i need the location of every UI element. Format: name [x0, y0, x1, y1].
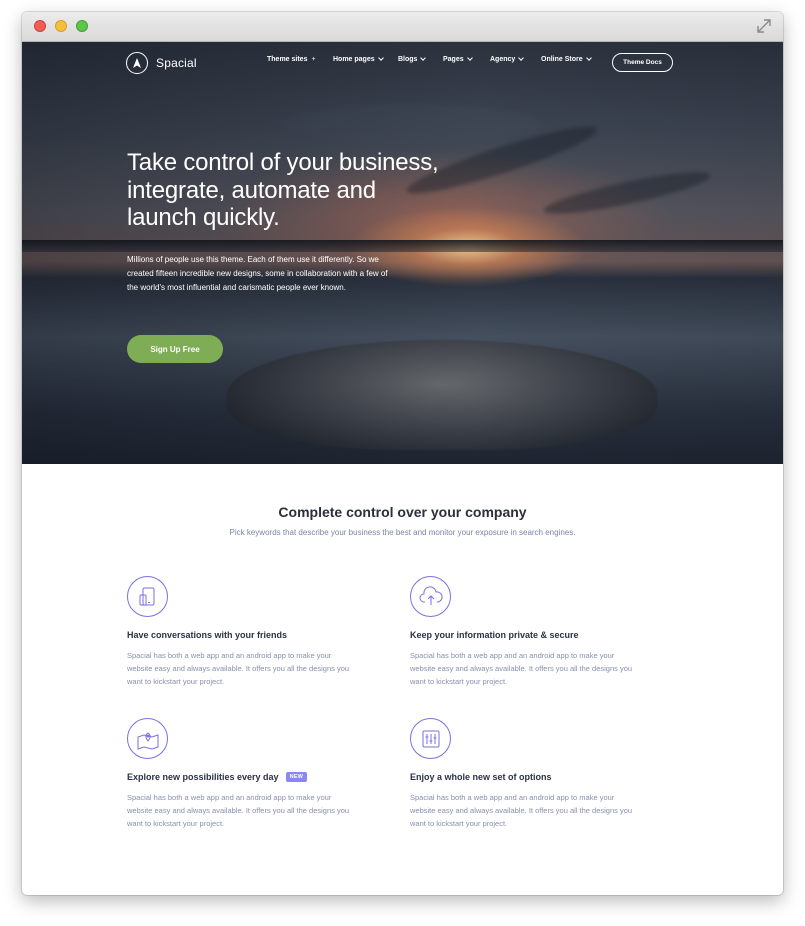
- devices-icon: [127, 576, 168, 617]
- feature-text: Spacial has both a web app and an androi…: [127, 793, 350, 829]
- feature-title: Enjoy a whole new set of options: [410, 772, 552, 782]
- feature-card: Enjoy a whole new set of options Spacial…: [410, 718, 650, 831]
- brand-name: Spacial: [156, 56, 197, 70]
- theme-docs-button[interactable]: Theme Docs: [612, 53, 673, 72]
- close-window-button[interactable]: [34, 20, 46, 32]
- cloud-upload-icon: [410, 576, 451, 617]
- nav-item-blogs[interactable]: Blogs: [398, 55, 427, 63]
- plus-icon: +: [311, 55, 316, 63]
- nav-item-home-pages[interactable]: Home pages: [333, 55, 384, 63]
- nav-item-online-store[interactable]: Online Store: [541, 55, 592, 63]
- section-subtitle: Pick keywords that describe your busines…: [229, 528, 576, 537]
- minimize-window-button[interactable]: [55, 20, 67, 32]
- new-badge: NEW: [285, 772, 308, 782]
- chevron-down-icon: [585, 55, 592, 61]
- chevron-down-icon: [518, 55, 525, 61]
- chevron-down-icon: [420, 55, 427, 61]
- section-title: Complete control over your company: [278, 504, 527, 520]
- chevron-down-icon: [466, 55, 473, 61]
- feature-text: Spacial has both a web app and an androi…: [127, 651, 350, 687]
- feature-card: Have conversations with your friends Spa…: [127, 576, 367, 689]
- feature-title: Have conversations with your friends: [127, 630, 288, 640]
- map-pin-icon: [127, 718, 168, 759]
- sliders-icon: [410, 718, 451, 759]
- window-titlebar: [22, 12, 783, 42]
- feature-card: Keep your information private & secure S…: [410, 576, 650, 689]
- feature-title: Keep your information private & secure: [410, 630, 579, 640]
- sign-up-button[interactable]: Sign Up Free: [127, 335, 223, 363]
- nav-item-agency[interactable]: Agency: [490, 55, 525, 63]
- feature-title: Explore new possibilities every day: [127, 772, 279, 782]
- feature-text: Spacial has both a web app and an androi…: [410, 793, 633, 829]
- nav-item-theme-sites[interactable]: Theme sites +: [267, 56, 316, 63]
- hero-description: Millions of people use this theme. Each …: [127, 255, 388, 292]
- browser-window: Spacial Theme sites + Home pages Blogs Pa…: [22, 12, 783, 895]
- fullscreen-icon[interactable]: [755, 17, 773, 35]
- feature-text: Spacial has both a web app and an androi…: [410, 651, 633, 687]
- chevron-down-icon: [377, 55, 384, 61]
- site-logo[interactable]: Spacial: [126, 52, 197, 74]
- nav-item-pages[interactable]: Pages: [443, 55, 473, 63]
- hero-section: Spacial Theme sites + Home pages Blogs Pa…: [22, 42, 783, 464]
- logo-icon: [126, 52, 148, 74]
- hero-title: Take control of your business, integrate…: [127, 149, 439, 231]
- feature-card: Explore new possibilities every day NEW …: [127, 718, 367, 831]
- zoom-window-button[interactable]: [76, 20, 88, 32]
